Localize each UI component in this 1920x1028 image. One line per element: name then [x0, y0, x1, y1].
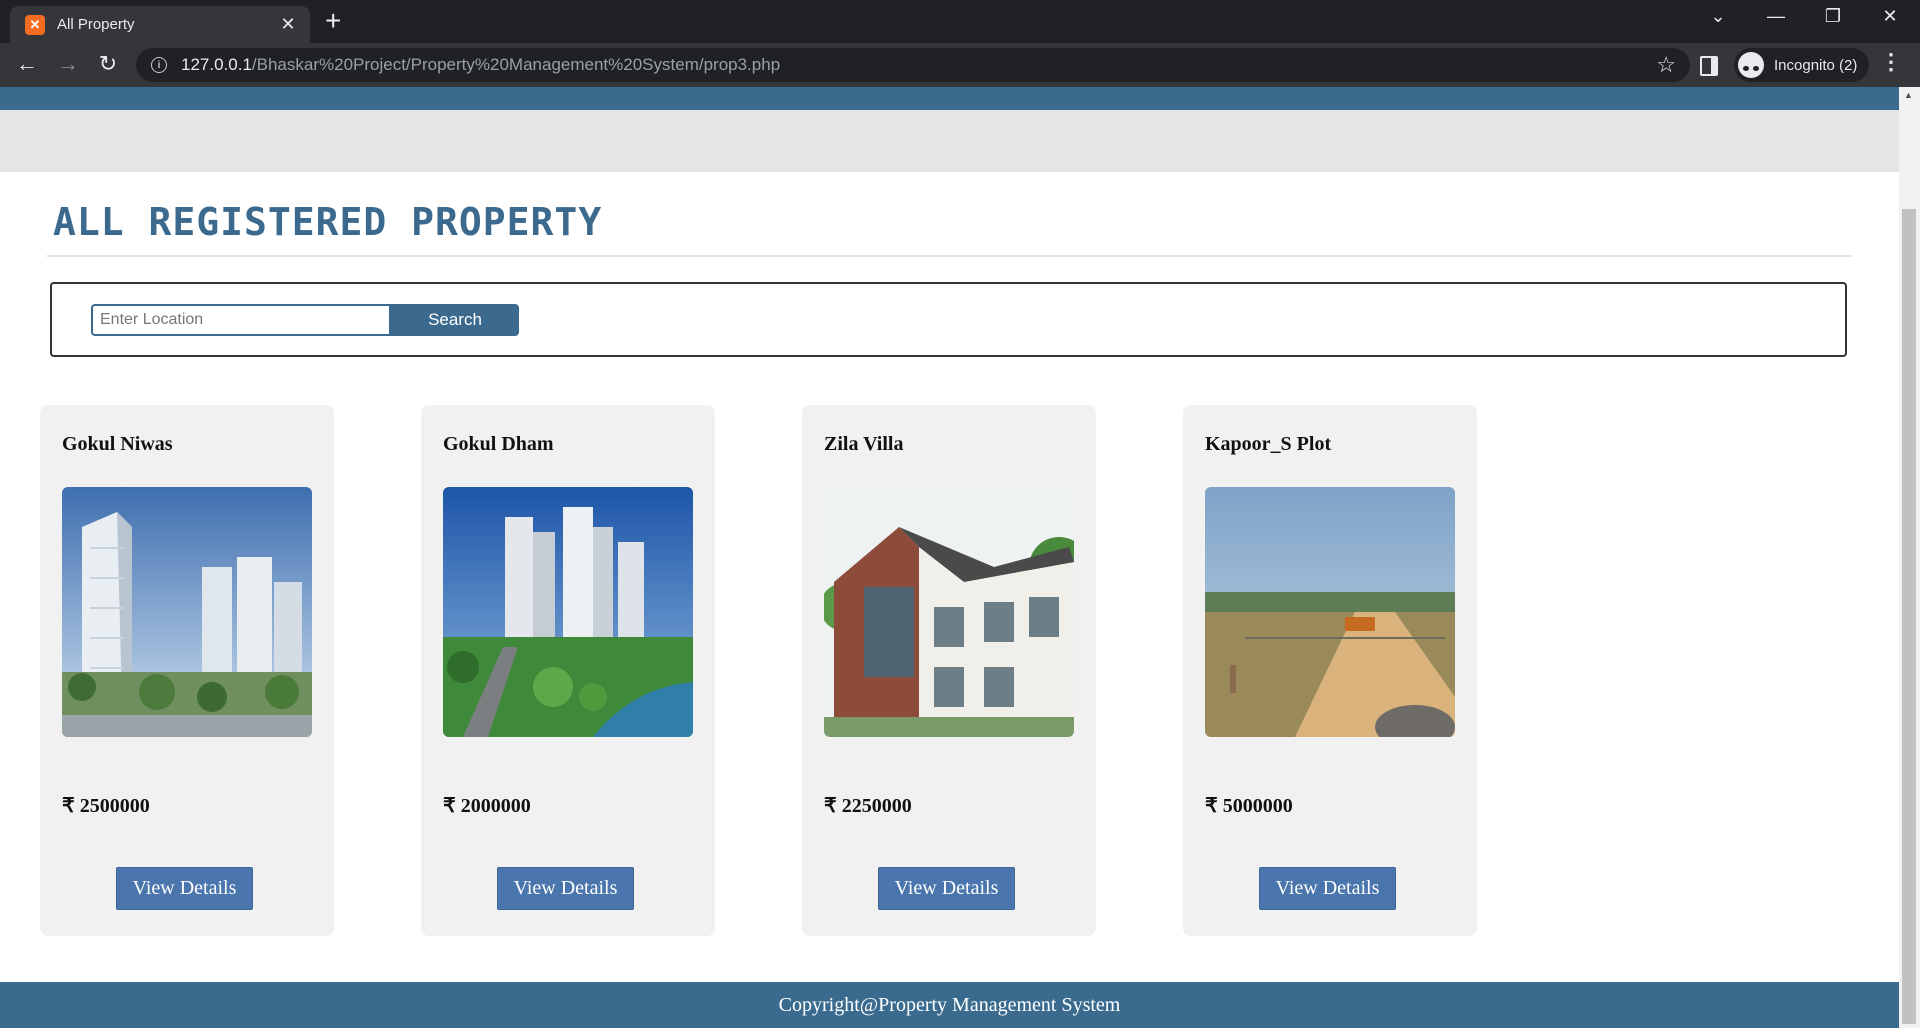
address-bar[interactable]: i 127.0.0.1/Bhaskar%20Project/Property%2… — [136, 48, 1690, 82]
scroll-up-arrow-icon[interactable]: ▲ — [1904, 90, 1913, 100]
tab-close-icon[interactable]: ✕ — [276, 14, 300, 35]
browser-tab-bar: ✕ All Property ✕ + ⌄ — ❐ ✕ — [0, 0, 1920, 43]
view-details-button[interactable]: View Details — [1259, 867, 1396, 910]
property-name: Kapoor_S Plot — [1205, 433, 1332, 455]
tab-title: All Property — [57, 16, 135, 33]
heading-divider — [47, 255, 1851, 257]
page-viewport: ALL REGISTERED PROPERTY Search Gokul Niw… — [0, 87, 1899, 1028]
property-price: ₹ 5000000 — [1205, 795, 1293, 817]
minimize-icon[interactable]: — — [1756, 6, 1796, 27]
view-details-button[interactable]: View Details — [116, 867, 253, 910]
incognito-label: Incognito (2) — [1774, 56, 1858, 74]
url-text[interactable]: 127.0.0.1/Bhaskar%20Project/Property%20M… — [181, 55, 780, 75]
browser-toolbar: ← → ↻ i 127.0.0.1/Bhaskar%20Project/Prop… — [0, 43, 1920, 87]
page-title: ALL REGISTERED PROPERTY — [53, 200, 603, 244]
property-card: Gokul Niwas ₹ 2500000 View Details — [40, 405, 334, 936]
incognito-icon — [1738, 52, 1764, 78]
location-search-input[interactable] — [91, 304, 391, 336]
nav-band — [0, 110, 1899, 172]
open-land-plot-photo — [1205, 487, 1455, 737]
tab-search-chevron-icon[interactable]: ⌄ — [1698, 6, 1738, 27]
new-tab-icon[interactable]: + — [325, 6, 341, 36]
view-details-button[interactable]: View Details — [497, 867, 634, 910]
browser-menu-icon[interactable]: ⋮ — [1880, 49, 1902, 75]
browser-tab[interactable]: ✕ All Property ✕ — [10, 6, 310, 43]
window-close-icon[interactable]: ✕ — [1870, 6, 1910, 27]
property-name: Zila Villa — [824, 433, 904, 455]
incognito-profile-button[interactable]: Incognito (2) — [1734, 48, 1870, 82]
property-card: Kapoor_S Plot ₹ 5000000 View Details — [1183, 405, 1477, 936]
search-panel: Search — [50, 282, 1847, 357]
forward-arrow-icon[interactable]: → — [53, 51, 83, 77]
property-card: Zila Villa ₹ 2250000 View Details — [802, 405, 1096, 936]
property-price: ₹ 2250000 — [824, 795, 912, 817]
site-info-icon[interactable]: i — [151, 57, 167, 73]
search-button[interactable]: Search — [391, 304, 519, 336]
side-panel-icon[interactable] — [1700, 56, 1718, 76]
high-rise-towers-photo — [62, 487, 312, 737]
site-header-strip — [0, 87, 1899, 110]
back-arrow-icon[interactable]: ← — [12, 51, 42, 77]
bookmark-star-icon[interactable]: ☆ — [1656, 52, 1676, 78]
property-price: ₹ 2000000 — [443, 795, 531, 817]
page-footer: Copyright@Property Management System — [0, 982, 1899, 1028]
page-scrollbar[interactable]: ▲ — [1899, 87, 1920, 1028]
view-details-button[interactable]: View Details — [878, 867, 1015, 910]
property-price: ₹ 2500000 — [62, 795, 150, 817]
high-rise-aerial-riverside-photo — [443, 487, 693, 737]
property-name: Gokul Niwas — [62, 433, 173, 455]
reload-icon[interactable]: ↻ — [93, 51, 123, 77]
scrollbar-thumb[interactable] — [1902, 209, 1916, 1024]
xampp-favicon-icon: ✕ — [25, 14, 45, 35]
restore-icon[interactable]: ❐ — [1813, 6, 1853, 27]
property-name: Gokul Dham — [443, 433, 554, 455]
modern-villa-photo — [824, 487, 1074, 737]
property-card: Gokul Dham ₹ 2000000 View Details — [421, 405, 715, 936]
